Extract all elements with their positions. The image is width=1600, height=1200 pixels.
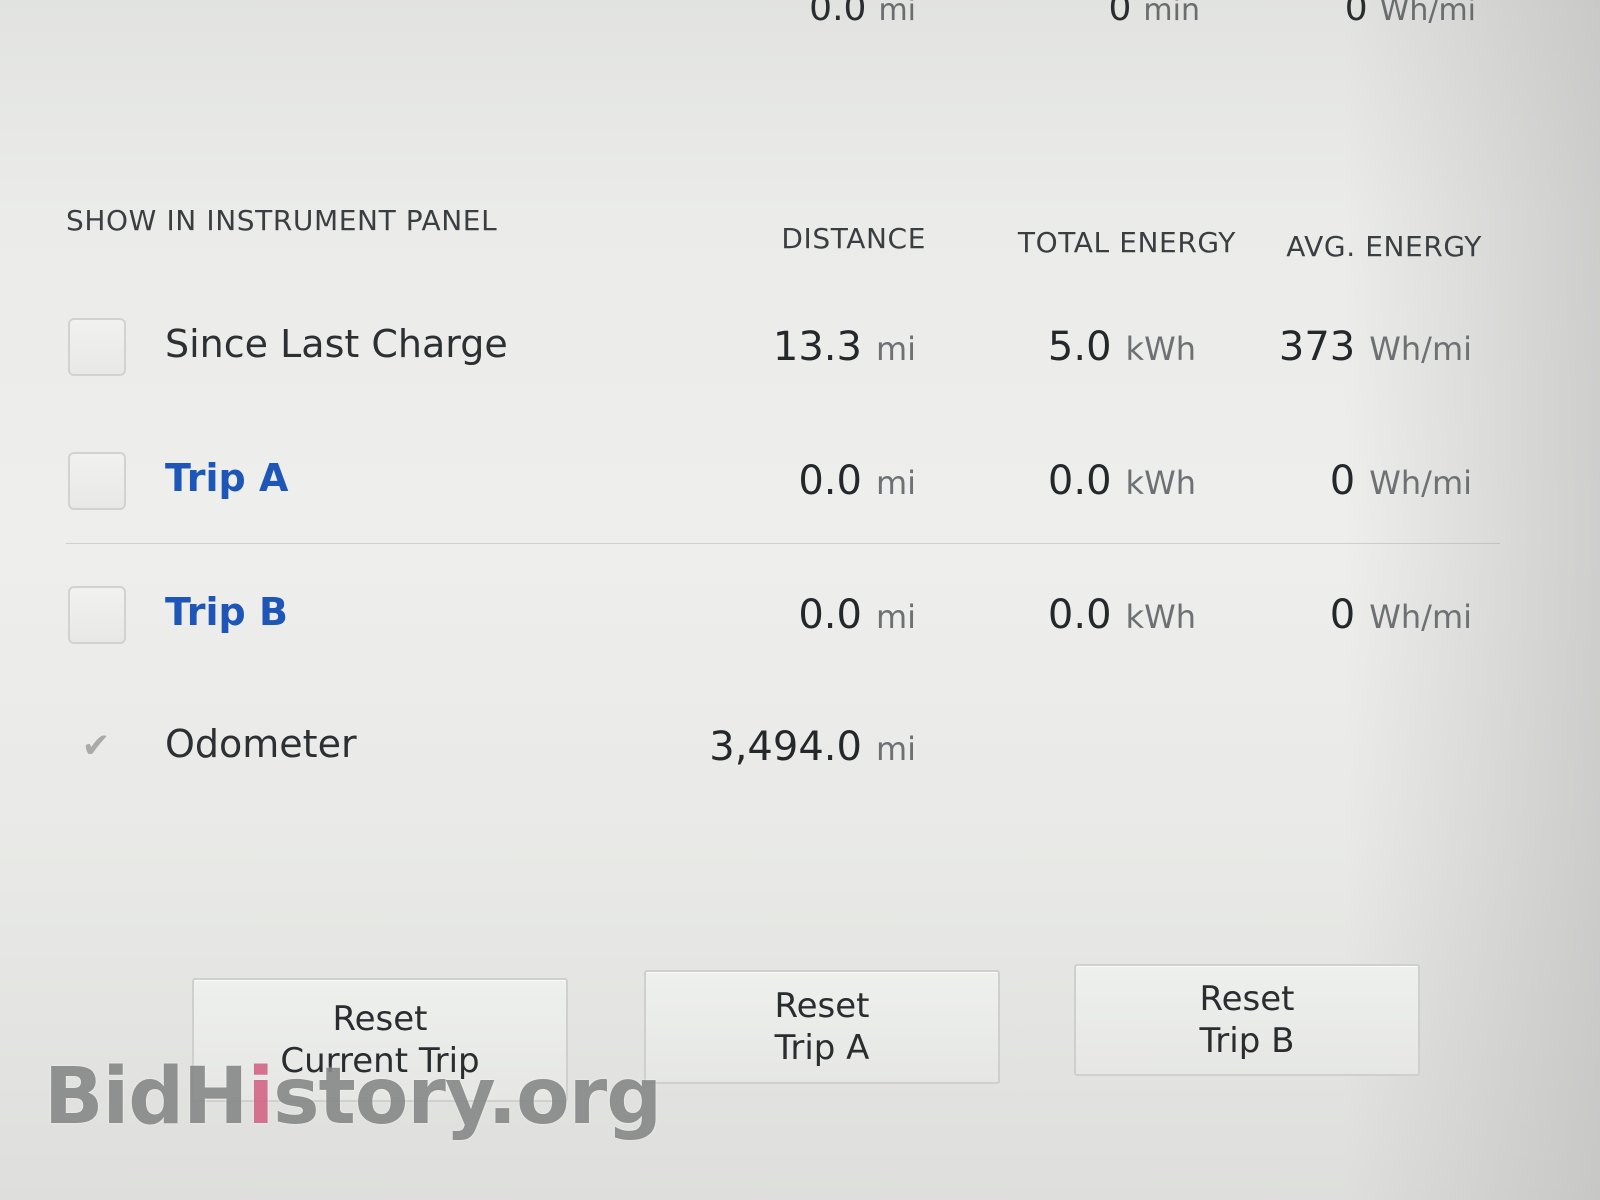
button-label-line: Reset: [1199, 979, 1295, 1019]
row-odometer: ✔ Odometer 3,494.0 mi: [0, 716, 1600, 796]
button-label-line: Trip A: [774, 1028, 870, 1068]
label-trip-b[interactable]: Trip B: [165, 590, 288, 634]
since-last-charge-energy: 5.0 kWh: [1048, 324, 1196, 370]
watermark-accent: i: [247, 1052, 274, 1142]
avg-unit: Wh/mi: [1369, 598, 1472, 636]
since-last-charge-avg: 373 Wh/mi: [1279, 324, 1472, 370]
current-trip-distance-unit: mi: [878, 0, 916, 28]
button-label-line: Trip B: [1199, 1021, 1295, 1061]
watermark-text: H: [183, 1052, 248, 1142]
energy-unit: kWh: [1125, 598, 1196, 636]
header-distance: DISTANCE: [781, 222, 926, 255]
odometer-value: 3,494.0: [709, 724, 862, 770]
trip-b-distance: 0.0 mi: [798, 592, 916, 638]
label-odometer: Odometer: [165, 722, 357, 766]
avg-value: 0: [1329, 592, 1356, 638]
odometer-distance: 3,494.0 mi: [709, 724, 916, 770]
checkbox-trip-a[interactable]: [68, 452, 126, 510]
reset-trip-a-button-label: Reset Trip A: [775, 985, 870, 1069]
distance-value: 13.3: [772, 324, 862, 370]
row-trip-b: Trip B 0.0 mi 0.0 kWh 0 Wh/mi: [0, 584, 1600, 664]
button-label-line: Reset: [774, 986, 870, 1026]
watermark-text: Bid: [44, 1052, 184, 1142]
row-since-last-charge: Since Last Charge 13.3 mi 5.0 kWh 373 Wh/mi: [0, 316, 1600, 396]
current-trip-time: 0 min: [1109, 0, 1200, 29]
energy-value: 0.0: [1047, 592, 1112, 638]
avg-value: 373: [1278, 324, 1356, 370]
reset-trip-a-button[interactable]: Reset Trip A: [644, 970, 1000, 1084]
avg-unit: Wh/mi: [1369, 464, 1472, 502]
trip-b-avg: 0 Wh/mi: [1330, 592, 1472, 638]
checkbox-trip-b[interactable]: [68, 586, 126, 644]
label-since-last-charge: Since Last Charge: [165, 322, 508, 366]
current-trip-avg-unit: Wh/mi: [1379, 0, 1476, 28]
avg-value: 0: [1329, 458, 1356, 504]
trip-a-avg: 0 Wh/mi: [1330, 458, 1472, 504]
distance-unit: mi: [875, 330, 916, 368]
distance-value: 0.0: [798, 458, 862, 504]
avg-unit: Wh/mi: [1369, 330, 1472, 368]
trip-a-distance: 0.0 mi: [798, 458, 916, 504]
header-total-energy: TOTAL ENERGY: [1017, 226, 1236, 259]
current-trip-distance-value: 0.0: [809, 0, 867, 29]
checkbox-since-last-charge[interactable]: [68, 318, 126, 376]
reset-trip-b-button-label: Reset Trip B: [1200, 978, 1295, 1062]
row-trip-a: Trip A 0.0 mi 0.0 kWh 0 Wh/mi: [0, 450, 1600, 544]
watermark: BidHistory.org: [44, 1052, 662, 1142]
odometer-unit: mi: [875, 730, 916, 768]
current-trip-summary-row: 0.0 mi 0 min 0 Wh/mi: [0, 0, 1600, 36]
current-trip-time-value: 0: [1108, 0, 1132, 29]
distance-unit: mi: [875, 464, 916, 502]
distance-unit: mi: [875, 598, 916, 636]
row-divider: [66, 543, 1500, 544]
current-trip-avg-value: 0: [1344, 0, 1368, 29]
current-trip-distance: 0.0 mi: [809, 0, 916, 29]
button-label-line: Reset: [332, 999, 428, 1039]
energy-value: 5.0: [1047, 324, 1112, 370]
trip-b-energy: 0.0 kWh: [1048, 592, 1196, 638]
watermark-text: story.org: [273, 1052, 662, 1142]
reset-trip-b-button[interactable]: Reset Trip B: [1074, 964, 1420, 1076]
energy-value: 0.0: [1047, 458, 1112, 504]
trip-a-energy: 0.0 kWh: [1048, 458, 1196, 504]
header-avg-energy: AVG. ENERGY: [1286, 230, 1482, 263]
trip-screen: 0.0 mi 0 min 0 Wh/mi SHOW IN INSTRUMENT PAN…: [0, 0, 1600, 1200]
since-last-charge-distance: 13.3 mi: [773, 324, 916, 370]
distance-value: 0.0: [798, 592, 862, 638]
current-trip-avg: 0 Wh/mi: [1345, 0, 1476, 29]
header-show-in-instrument-panel: SHOW IN INSTRUMENT PANEL: [66, 204, 498, 237]
checkmark-icon[interactable]: ✔: [76, 726, 116, 766]
current-trip-time-unit: min: [1143, 0, 1200, 28]
table-header: SHOW IN INSTRUMENT PANEL DISTANCE TOTAL …: [0, 204, 1600, 263]
energy-unit: kWh: [1125, 464, 1196, 502]
energy-unit: kWh: [1125, 330, 1196, 368]
label-trip-a[interactable]: Trip A: [165, 456, 288, 500]
